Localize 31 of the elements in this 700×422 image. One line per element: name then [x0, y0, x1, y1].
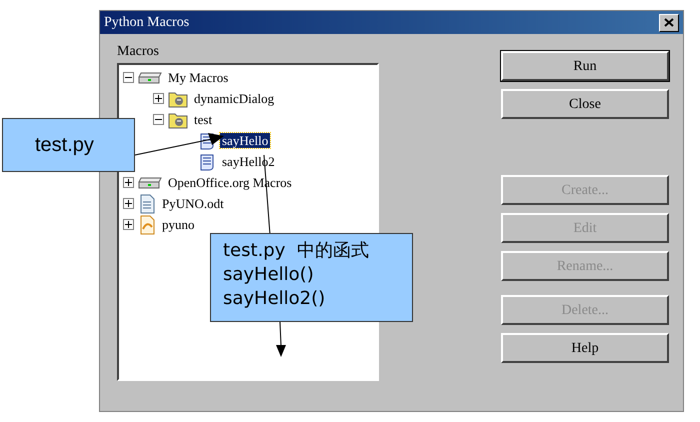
callout-text: test.py [35, 133, 95, 157]
expander-icon[interactable] [123, 219, 134, 230]
tree-item[interactable]: test [192, 112, 214, 127]
dialog-button[interactable]: Help [501, 333, 669, 363]
window-title: Python Macros [104, 14, 190, 32]
drive-icon [138, 72, 162, 84]
tree-item[interactable]: My Macros [166, 70, 230, 85]
expander-icon[interactable] [123, 198, 134, 209]
callout-text: sayHello2() [223, 287, 326, 311]
callout-text: test.py 中的函式 [223, 239, 370, 263]
callout-text: sayHello() [223, 263, 315, 287]
close-icon [664, 18, 674, 27]
document-icon [138, 194, 156, 214]
dialog-button[interactable]: Run [501, 51, 669, 81]
expander-icon[interactable] [153, 114, 164, 125]
tree-item[interactable]: dynamicDialog [192, 91, 276, 106]
tree-item[interactable]: pyuno [160, 217, 196, 232]
folder-icon [168, 90, 188, 108]
tree-item[interactable]: sayHello [220, 133, 270, 148]
tree-label: Macros [117, 43, 160, 59]
tree-item[interactable]: PyUNO.odt [160, 196, 226, 211]
drive-icon [138, 176, 162, 188]
folder-icon [168, 110, 188, 128]
pointer-arrow [274, 322, 288, 358]
dialog-button[interactable]: Close [501, 89, 669, 119]
close-button[interactable] [659, 14, 679, 32]
expander-icon[interactable] [153, 93, 164, 104]
expander-icon[interactable] [123, 177, 134, 188]
drawing-document-icon [138, 214, 156, 234]
expander-icon[interactable] [123, 72, 134, 83]
scroll-icon [198, 152, 216, 170]
